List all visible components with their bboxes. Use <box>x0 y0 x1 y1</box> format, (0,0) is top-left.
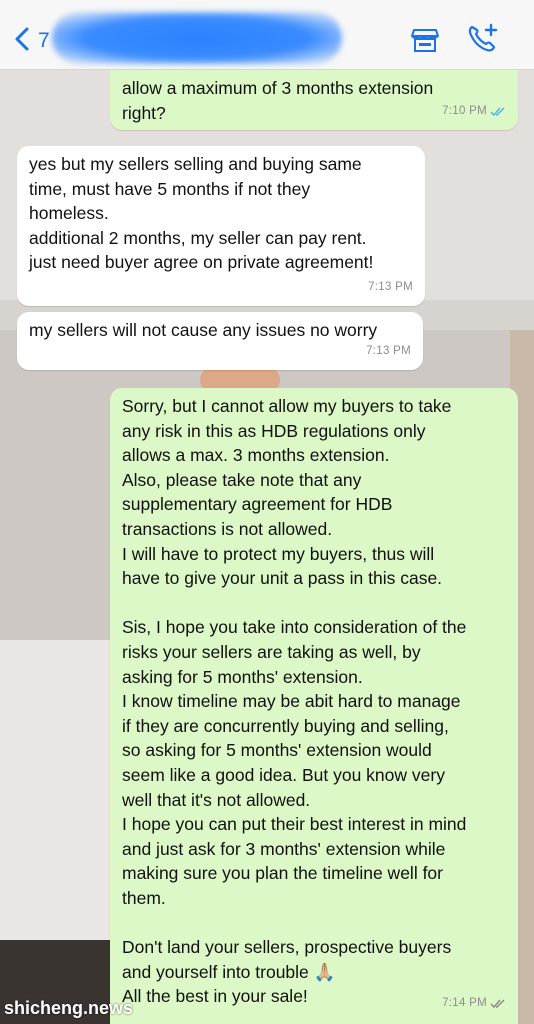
watermark: shicheng.news <box>4 998 134 1018</box>
message-meta: 7:13 PM <box>366 339 411 364</box>
message-text: Sorry, but I cannot allow my buyers to t… <box>122 396 467 1007</box>
message-text: yes but my sellers selling and buying sa… <box>29 154 374 273</box>
message-meta: 7:14 PM <box>442 991 506 1016</box>
store-icon[interactable] <box>410 24 440 54</box>
chat-header: 7 <box>0 0 534 70</box>
read-ticks-icon <box>490 999 505 1008</box>
message-time: 7:13 PM <box>366 345 411 358</box>
message-time: 7:13 PM <box>368 281 413 294</box>
message-time: 7:10 PM <box>442 105 487 118</box>
add-call-icon[interactable] <box>466 22 500 54</box>
message-meta: 7:10 PM <box>442 99 506 124</box>
message-incoming[interactable]: yes but my sellers selling and buying sa… <box>17 146 425 306</box>
chevron-left-icon[interactable] <box>8 24 38 54</box>
message-meta: 7:13 PM <box>368 275 413 300</box>
contact-name-redacted <box>52 12 342 64</box>
message-outgoing[interactable]: Sorry, but I cannot allow my buyers to t… <box>110 388 518 1024</box>
message-text: my sellers will not cause any issues no … <box>29 320 378 340</box>
unread-count[interactable]: 7 <box>38 29 50 53</box>
message-incoming[interactable]: my sellers will not cause any issues no … <box>17 312 423 370</box>
message-time: 7:14 PM <box>442 997 487 1010</box>
read-ticks-icon <box>490 107 505 116</box>
message-outgoing[interactable]: allow a maximum of 3 months extension ri… <box>110 70 518 130</box>
